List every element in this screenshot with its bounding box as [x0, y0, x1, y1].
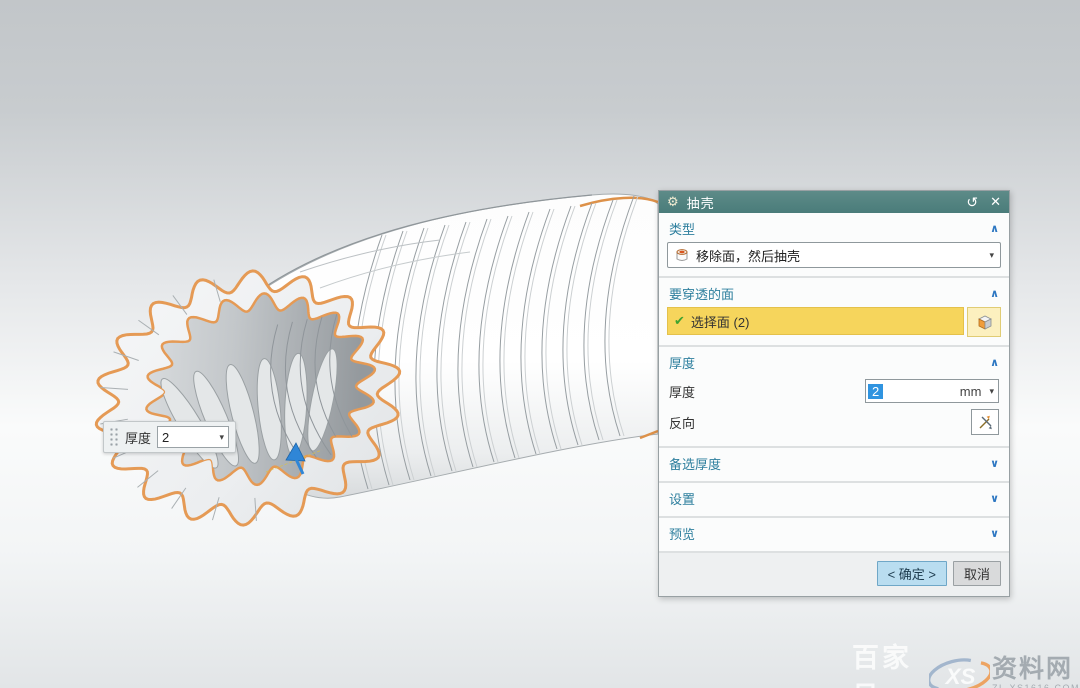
xs-logo-icon: XS: [929, 650, 990, 688]
collapse-chevron-icon[interactable]: ∧: [990, 222, 999, 235]
section-preview[interactable]: 预览 ∨: [659, 518, 1009, 553]
svg-text:XS: XS: [943, 664, 975, 688]
drag-handle-icon[interactable]: [108, 426, 119, 448]
chevron-down-icon[interactable]: ▾: [219, 432, 224, 443]
baijiahao-watermark-text: 百家号: [852, 636, 927, 688]
reverse-direction-button[interactable]: [971, 409, 999, 435]
section-settings-label: 设置: [669, 489, 695, 508]
section-type-label: 类型: [669, 219, 695, 238]
thickness-row-label: 厚度: [669, 382, 695, 401]
section-settings[interactable]: 设置 ∨: [659, 483, 1009, 518]
watermark: 百家号 XS 资料网 ZL.XS1616.COM: [852, 636, 1080, 688]
face-filter-button[interactable]: [967, 307, 1001, 337]
cancel-button[interactable]: 取消: [953, 561, 1001, 586]
ok-button[interactable]: < 确定 >: [877, 561, 947, 586]
mini-thickness-label: 厚度: [125, 428, 151, 447]
onscreen-input-panel: 厚度 2 ▾: [103, 421, 236, 453]
gear-icon: ⚙: [667, 194, 679, 210]
thickness-unit: mm: [960, 384, 990, 399]
site-url-watermark: ZL.XS1616.COM: [992, 684, 1080, 688]
section-thickness-label: 厚度: [669, 353, 695, 372]
collapse-chevron-icon[interactable]: ∧: [990, 287, 999, 300]
section-alt-thickness-label: 备选厚度: [669, 454, 721, 473]
select-face-field[interactable]: ✔ 选择面 (2): [667, 307, 964, 335]
mini-thickness-value: 2: [162, 430, 219, 445]
thickness-value: 2: [868, 384, 883, 399]
dialog-title: 抽壳: [687, 193, 967, 212]
site-name-watermark: 资料网: [992, 657, 1080, 682]
reverse-row-label: 反向: [669, 413, 695, 432]
type-dropdown-value: 移除面，然后抽壳: [696, 246, 983, 265]
type-dropdown[interactable]: 移除面，然后抽壳 ▾: [667, 242, 1001, 268]
expand-chevron-icon[interactable]: ∨: [990, 492, 999, 505]
section-thickness: 厚度 ∧ 厚度 2 mm ▾ 反向: [659, 347, 1009, 448]
close-icon[interactable]: ✕: [990, 194, 1001, 210]
section-faces: 要穿透的面 ∧ ✔ 选择面 (2): [659, 278, 1009, 347]
chevron-down-icon[interactable]: ▾: [989, 386, 994, 397]
remove-face-then-shell-icon: [674, 247, 690, 263]
section-type: 类型 ∧ 移除面，然后抽壳 ▾: [659, 213, 1009, 278]
expand-chevron-icon[interactable]: ∨: [990, 527, 999, 540]
shell-dialog: ⚙ 抽壳 ↺ ✕ 类型 ∧ 移除面，然后抽壳 ▾: [658, 190, 1010, 597]
select-face-text: 选择面 (2): [691, 312, 750, 331]
cube-icon: [975, 313, 994, 332]
chevron-down-icon: ▾: [989, 250, 994, 261]
section-faces-label: 要穿透的面: [669, 284, 734, 303]
section-preview-label: 预览: [669, 524, 695, 543]
check-icon: ✔: [674, 313, 685, 329]
reverse-direction-icon: [976, 413, 994, 431]
thickness-input[interactable]: 2 mm ▾: [865, 379, 999, 403]
cad-viewport: 厚度 2 ▾ ⚙ 抽壳 ↺ ✕ 类型 ∧ 移除面，然后: [0, 0, 1080, 688]
expand-chevron-icon[interactable]: ∨: [990, 457, 999, 470]
collapse-chevron-icon[interactable]: ∧: [990, 356, 999, 369]
dialog-header[interactable]: ⚙ 抽壳 ↺ ✕: [659, 191, 1009, 213]
dialog-footer: < 确定 > 取消: [659, 553, 1009, 596]
section-alt-thickness[interactable]: 备选厚度 ∨: [659, 448, 1009, 483]
mini-thickness-input[interactable]: 2 ▾: [157, 426, 229, 448]
reset-icon[interactable]: ↺: [966, 194, 978, 211]
